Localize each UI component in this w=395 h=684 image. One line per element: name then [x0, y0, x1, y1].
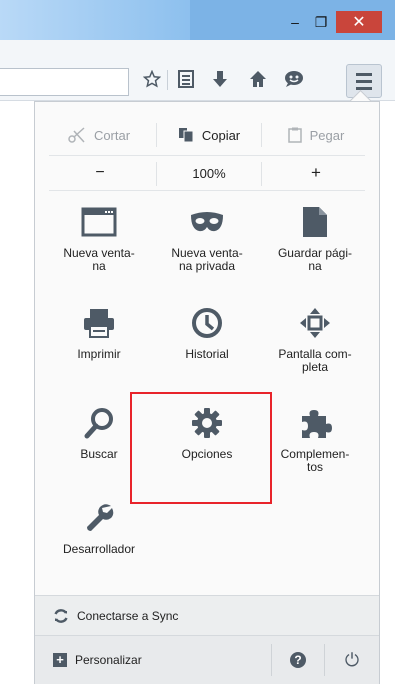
- copy-icon: [178, 128, 194, 143]
- printer-icon: [47, 304, 151, 342]
- hello-chat-icon[interactable]: [280, 64, 308, 94]
- developer-button[interactable]: Desarrollador: [47, 499, 151, 556]
- zoom-out-button[interactable]: −: [45, 156, 155, 190]
- panel-footer: + Personalizar ? ⏻: [35, 635, 379, 684]
- sync-icon: [54, 609, 68, 623]
- menu-icon-bar: [356, 72, 372, 76]
- window-titlebar: – ❐ ✕: [0, 0, 395, 40]
- save-page-button[interactable]: Guardar pági- na: [263, 203, 367, 273]
- cut-button[interactable]: Cortar: [45, 115, 153, 155]
- clipboard-icon: [287, 127, 302, 143]
- maximize-button[interactable]: ❐: [308, 10, 334, 34]
- paste-button[interactable]: Pegar: [262, 115, 370, 155]
- plus-icon: +: [53, 653, 67, 667]
- new-private-window-label: Nueva venta- na privada: [171, 246, 243, 273]
- wrench-icon: [47, 499, 151, 537]
- url-bar[interactable]: [0, 68, 129, 96]
- zoom-in-button[interactable]: +: [262, 156, 370, 190]
- navigation-toolbar: [0, 40, 395, 101]
- clock-icon: [155, 304, 259, 342]
- help-button[interactable]: ?: [272, 636, 324, 684]
- sync-footer-button[interactable]: Conectarse a Sync: [35, 595, 379, 636]
- quit-button[interactable]: ⏻: [325, 636, 379, 684]
- sync-label: Conectarse a Sync: [77, 609, 179, 623]
- help-icon: ?: [290, 652, 306, 668]
- divider: [49, 190, 365, 191]
- print-button[interactable]: Imprimir: [47, 304, 151, 361]
- addons-button[interactable]: Complemen- tos: [263, 404, 367, 474]
- fullscreen-button[interactable]: Pantalla com- pleta: [263, 304, 367, 374]
- cut-label: Cortar: [93, 127, 131, 143]
- new-window-label: Nueva venta- na: [63, 246, 135, 273]
- fullscreen-icon: [263, 304, 367, 342]
- minimize-button[interactable]: –: [282, 10, 308, 34]
- downloads-icon[interactable]: [206, 64, 234, 94]
- home-icon[interactable]: [244, 64, 272, 94]
- power-icon: ⏻: [344, 649, 360, 670]
- new-window-button[interactable]: Nueva venta- na: [47, 203, 151, 273]
- menu-icon-bar: [356, 79, 372, 83]
- bookmarks-list-icon[interactable]: [172, 64, 200, 94]
- bookmark-star-icon[interactable]: [138, 64, 166, 94]
- history-label: Historial: [185, 347, 229, 361]
- developer-label: Desarrollador: [62, 542, 136, 556]
- customize-button[interactable]: + Personalizar: [35, 636, 271, 684]
- addons-label: Complemen- tos: [280, 447, 350, 474]
- copy-button[interactable]: Copiar: [157, 115, 261, 155]
- customize-label: Personalizar: [75, 653, 142, 667]
- zoom-reset-button[interactable]: 100%: [157, 156, 261, 190]
- fullscreen-label: Pantalla com- pleta: [278, 347, 352, 374]
- save-page-icon: [263, 203, 367, 241]
- close-button[interactable]: ✕: [336, 11, 382, 33]
- print-label: Imprimir: [77, 347, 121, 361]
- scissors-icon: [68, 127, 85, 143]
- edit-controls: Cortar Copiar Pegar: [35, 115, 379, 155]
- menu-icon-bar: [356, 86, 372, 90]
- new-window-icon: [47, 203, 151, 241]
- puzzle-icon: [263, 404, 367, 442]
- paste-label: Pegar: [309, 127, 345, 143]
- copy-label: Copiar: [201, 127, 241, 143]
- toolbar-separator: [167, 70, 168, 90]
- history-button[interactable]: Historial: [155, 304, 259, 361]
- private-mask-icon: [155, 203, 259, 241]
- zoom-controls: − 100% +: [35, 156, 379, 190]
- new-private-window-button[interactable]: Nueva venta- na privada: [155, 203, 259, 273]
- save-page-label: Guardar pági- na: [277, 246, 353, 273]
- options-highlight-box: [130, 392, 272, 504]
- titlebar-fade: [0, 0, 190, 40]
